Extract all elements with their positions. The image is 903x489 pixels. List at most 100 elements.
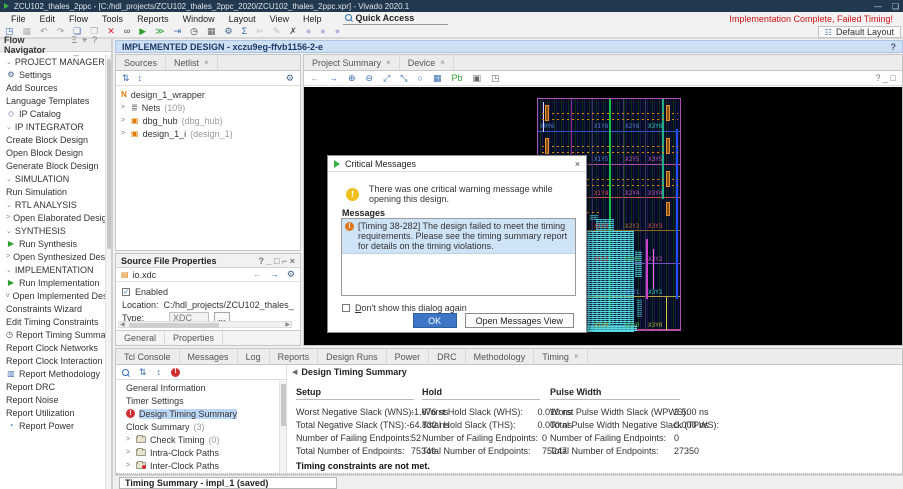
tab[interactable]: Timing × xyxy=(534,349,587,364)
horizontal-scrollbar[interactable]: ◀ ▶ xyxy=(118,321,292,328)
expand-arrow-icon[interactable]: > xyxy=(121,117,127,124)
expand-arrow-icon[interactable]: > xyxy=(126,462,132,469)
expand-arrow-icon[interactable]: > xyxy=(121,104,127,111)
chevron-down-icon[interactable]: ⌄ xyxy=(6,175,12,183)
sidebar-item[interactable]: Report Noise xyxy=(0,393,106,406)
panel-controls[interactable]: ? _ □ ⌐ × xyxy=(259,256,295,266)
step-icon[interactable]: ≫ xyxy=(155,26,164,36)
sidebar-item[interactable]: ◷ Report Timing Summary xyxy=(0,328,106,341)
sidebar-item[interactable]: ⌄ PROJECT MANAGER xyxy=(0,55,106,68)
search-binoculars-icon[interactable]: ∞ xyxy=(124,26,130,36)
sidebar-item[interactable]: > Open Synthesized Design xyxy=(0,250,106,263)
grid-icon[interactable]: ▦ xyxy=(433,73,442,83)
rect2-icon[interactable]: ◳ xyxy=(491,73,500,83)
scrollbar-thumb[interactable] xyxy=(107,59,111,249)
help-icon[interactable]: ? xyxy=(891,42,897,52)
autofit-icon[interactable]: ⤡ xyxy=(400,73,407,83)
timing-tree-row[interactable]: ! Design Timing Summary xyxy=(116,407,279,420)
error-icon[interactable]: ! xyxy=(171,368,180,377)
close-icon[interactable]: × xyxy=(575,159,580,169)
sidebar-item[interactable]: ▥ Report Methodology xyxy=(0,367,106,380)
expandr-icon[interactable]: ↕ xyxy=(157,367,162,377)
sigma-icon[interactable]: Σ xyxy=(242,26,248,36)
enabled-checkbox[interactable]: ✓ xyxy=(122,288,130,296)
flow-navigator-controls[interactable]: Ξ ⌖ ? _ xyxy=(71,35,107,56)
sidebar-item[interactable]: Create Block Design xyxy=(0,133,106,146)
sidebar-item[interactable]: Run Simulation xyxy=(0,185,106,198)
sidebar-item[interactable]: Language Templates xyxy=(0,94,106,107)
tab[interactable]: Properties xyxy=(165,331,223,345)
expand-arrow-icon[interactable]: > xyxy=(6,253,10,260)
back-arrow-icon[interactable]: ← xyxy=(253,269,262,280)
messages-list[interactable]: ! [Timing 38-282] The design failed to m… xyxy=(341,218,576,296)
sidebar-item[interactable]: ⌄ SYNTHESIS xyxy=(0,224,106,237)
sidebar-item[interactable]: Open Block Design xyxy=(0,146,106,159)
tab[interactable]: General xyxy=(116,331,165,345)
chevron-down-icon[interactable]: ⌄ xyxy=(6,201,12,209)
collapse-icon[interactable]: ⇅ xyxy=(122,73,130,83)
dont-show-checkbox[interactable] xyxy=(342,304,350,312)
forward-arrow-icon[interactable]: → xyxy=(270,269,279,280)
sidebar-item[interactable]: ⌄ IP INTEGRATOR xyxy=(0,120,106,133)
sidebar-item[interactable]: Add Sources xyxy=(0,81,106,94)
sidebar-item[interactable]: ⌄ IMPLEMENTATION xyxy=(0,263,106,276)
delete-icon[interactable]: ✕ xyxy=(107,26,115,36)
tab[interactable]: Messages xyxy=(180,349,238,364)
collapse-icon[interactable]: ⇅ xyxy=(139,367,147,377)
menu-item[interactable]: Tools xyxy=(95,13,130,25)
chevron-down-icon[interactable]: ⌄ xyxy=(6,123,12,131)
sidebar-item[interactable]: v Open Implemented Design xyxy=(0,289,106,302)
collapse-left-icon[interactable]: ◀ xyxy=(292,368,297,376)
sidebar-item[interactable]: ◇ IP Catalog xyxy=(0,107,106,120)
menu-item[interactable]: View xyxy=(263,13,296,25)
minimize-icon[interactable]: — xyxy=(874,2,882,11)
cut-icon[interactable]: ✂ xyxy=(256,26,264,36)
pblock-icon[interactable]: Pb xyxy=(451,73,462,83)
chevron-down-icon[interactable]: ⌄ xyxy=(6,266,12,274)
expand-arrow-icon[interactable]: v xyxy=(6,292,10,299)
gear-icon[interactable]: ⚙ xyxy=(286,73,294,84)
netlist-tree-row[interactable]: > ≣ Nets (109) xyxy=(116,101,300,114)
netlist-tree-row[interactable]: N design_1_wrapper xyxy=(116,88,300,101)
search-icon[interactable] xyxy=(122,369,129,376)
close-icon[interactable]: × xyxy=(386,58,391,67)
menu-item[interactable]: Reports xyxy=(130,13,176,25)
gear-icon[interactable]: ⚙ xyxy=(225,26,233,36)
dialog-title-bar[interactable]: Critical Messages × xyxy=(328,156,586,172)
tab[interactable]: Sources xyxy=(116,55,166,70)
dashboard-icon[interactable]: ● xyxy=(335,26,340,36)
sidebar-item[interactable]: Report Clock Networks xyxy=(0,341,106,354)
sidebar-item[interactable]: Report Clock Interaction xyxy=(0,354,106,367)
menu-item[interactable]: Edit xyxy=(33,13,63,25)
sidebar-item[interactable]: ▶ Run Synthesis xyxy=(0,237,106,250)
arrowr-icon[interactable]: → xyxy=(329,73,338,83)
tab[interactable]: Reports xyxy=(270,349,319,364)
pencil-icon[interactable]: ✎ xyxy=(273,26,281,36)
panel-controls[interactable]: ? _ □ xyxy=(876,73,896,83)
open-messages-view-button[interactable]: Open Messages View xyxy=(465,313,574,328)
sidebar-item[interactable]: ◔ Report Power xyxy=(0,419,106,432)
tree-scrollbar[interactable] xyxy=(279,381,286,473)
dashboard-icon[interactable]: ● xyxy=(306,26,311,36)
netlist-tree-row[interactable]: > ▣ dbg_hub (dbg_hub) xyxy=(116,114,300,127)
tab[interactable]: Netlist × xyxy=(166,55,218,70)
maximize-icon[interactable]: ❏ xyxy=(892,2,899,11)
sidebar-item[interactable]: ⌄ SIMULATION xyxy=(0,172,106,185)
close-icon[interactable]: × xyxy=(204,58,209,67)
netlist-tree-row[interactable]: > ▣ design_1_i (design_1) xyxy=(116,127,300,140)
layout-selector[interactable]: ☷ Default Layout xyxy=(818,26,901,38)
message-item[interactable]: ! [Timing 38-282] The design failed to m… xyxy=(342,219,575,254)
run-icon[interactable]: ▶ xyxy=(139,26,146,36)
menu-item[interactable]: Window xyxy=(176,13,222,25)
quick-access-search[interactable]: Quick Access xyxy=(343,13,448,25)
resume-icon[interactable]: ⇥ xyxy=(174,26,182,36)
sidebar-item[interactable]: ▶ Run Implementation xyxy=(0,276,106,289)
gear-icon[interactable]: ⚙ xyxy=(287,269,295,280)
scrollbar-thumb[interactable] xyxy=(281,384,286,426)
sidebar-item[interactable]: Report Utilization xyxy=(0,406,106,419)
tab[interactable]: Power xyxy=(387,349,430,364)
board-icon[interactable]: ▦ xyxy=(207,26,216,36)
sidebar-item[interactable]: ⚙ Settings xyxy=(0,68,106,81)
timing-tree-row[interactable]: > Other Path Groups xyxy=(116,472,279,473)
timing-tree-row[interactable]: Timer Settings xyxy=(116,394,279,407)
